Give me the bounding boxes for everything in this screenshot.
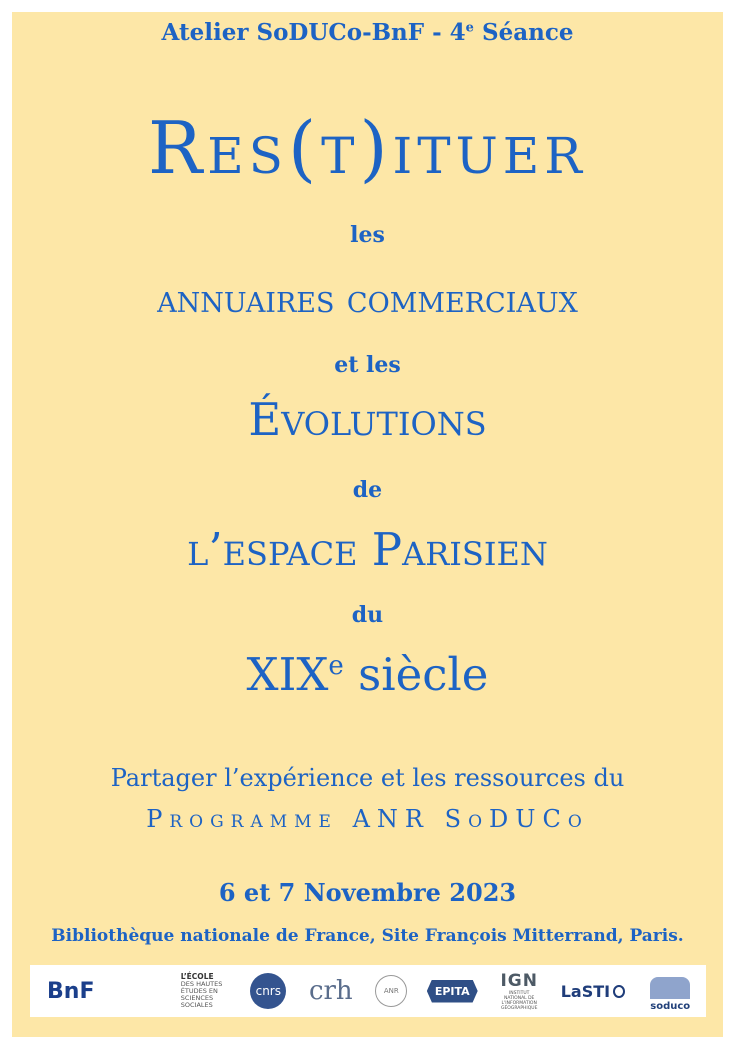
lasti-circle-icon [613,984,625,998]
bnf-logo: BnF [47,978,95,1004]
connector-du: du [351,602,384,628]
soduco-logo: soduco [644,970,696,1012]
main-title: Res(t)ituer [148,106,587,190]
ehess-logo: L’ÉCOLE DES HAUTES ÉTUDES EN SCIENCES SO… [180,971,223,1010]
title-siecle: XIXe siècle [246,648,489,701]
workshop-header: Atelier SoDUCo-BnF - 4e Séance [161,19,574,46]
connector-les: les [350,222,385,248]
title-evolutions: Évolutions [248,393,487,446]
skyline-icon [650,977,691,999]
partner-logos: BnF L’ÉCOLE DES HAUTES ÉTUDES EN SCIENCE… [30,965,706,1017]
archives-nationales-logo [121,967,161,1015]
lasti-logo: LaSTI [561,982,625,1001]
cnrs-logo: cnrs [250,973,287,1009]
connector-et-les: et les [334,352,401,378]
ign-logo: IGN INSTITUT NATIONAL DE L'INFORMATION G… [500,971,538,1011]
connector-de: de [352,477,383,503]
crh-logo: crh [308,976,353,1006]
poster: Atelier SoDUCo-BnF - 4e Séance Res(t)itu… [12,12,723,1037]
event-date: 6 et 7 Novembre 2023 [218,878,517,907]
subtitle-program: Programme ANR SoDUCo [146,805,589,833]
title-espace: l’espace Parisien [187,523,548,576]
epita-logo: EPITA [426,979,478,1003]
title-annuaires: annuaires commerciaux [157,277,578,322]
event-place: Bibliothèque nationale de France, Site F… [51,926,684,946]
subtitle-line-1: Partager l’expérience et les ressources … [110,764,625,792]
anr-logo: ANR [375,975,408,1007]
